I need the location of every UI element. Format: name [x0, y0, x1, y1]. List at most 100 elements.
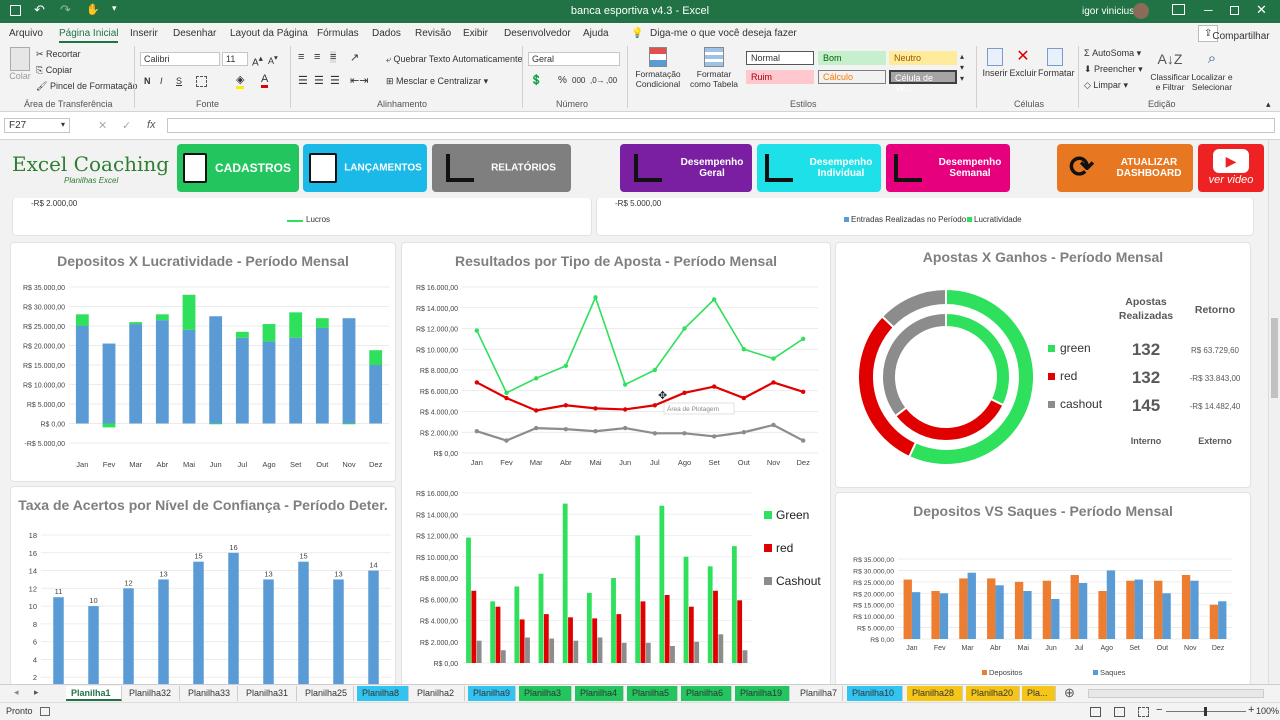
add-sheet-icon[interactable]: ⊕: [1064, 685, 1075, 701]
sheet-tab[interactable]: Planilha33: [183, 686, 238, 701]
sheet-tab[interactable]: Planilha9: [468, 686, 516, 701]
taxa-acertos-chart[interactable]: Taxa de Acertos por Nível de Confiança -…: [10, 486, 396, 687]
align-center-icon[interactable]: ☰: [314, 74, 324, 87]
zoom-in-icon[interactable]: +: [1248, 704, 1254, 716]
sheet-tab[interactable]: Planilha10: [847, 686, 903, 701]
share-button[interactable]: ⇪ Compartilhar: [1198, 25, 1270, 42]
page-break-icon[interactable]: [1138, 707, 1149, 717]
worksheet[interactable]: Excel Coaching Planilhas Excel CADASTROS…: [0, 140, 1268, 688]
next-sheet-icon[interactable]: ▸: [34, 687, 39, 698]
desempenho-individual-button[interactable]: Desempenho Individual: [757, 144, 881, 192]
resultados-tipo-aposta-chart[interactable]: Resultados por Tipo de Aposta - Período …: [401, 242, 831, 688]
clear-button[interactable]: ◇ Limpar ▾: [1084, 80, 1128, 91]
format-table-button[interactable]: Formatar como Tabela: [686, 47, 742, 89]
style-neutro[interactable]: Neutro: [889, 51, 957, 65]
underline-button[interactable]: S: [176, 76, 182, 86]
lancamentos-button[interactable]: LANÇAMENTOS: [303, 144, 427, 192]
conditional-format-button[interactable]: Formatação Condicional: [632, 47, 684, 89]
orientation-icon[interactable]: ↗: [350, 51, 359, 64]
page-layout-icon[interactable]: [1114, 707, 1125, 717]
zoom-level[interactable]: 100%: [1256, 706, 1279, 716]
delete-cells-button[interactable]: ✕ Excluir: [1008, 48, 1038, 78]
ribbon-options-icon[interactable]: [1172, 4, 1185, 15]
insert-function-icon[interactable]: fx: [147, 119, 156, 131]
sheet-tab[interactable]: Planilha32: [124, 686, 180, 701]
tab-ajuda[interactable]: Ajuda: [583, 28, 609, 39]
wrap-text-button[interactable]: ⤶ Quebrar Texto Automaticamente: [386, 54, 522, 65]
enter-icon[interactable]: ✓: [122, 119, 131, 132]
style-celula[interactable]: Célula de Ve...: [889, 70, 957, 93]
grow-font-icon[interactable]: A▴: [252, 53, 263, 68]
normal-view-icon[interactable]: [1090, 707, 1101, 717]
tell-me-input[interactable]: Diga-me o que você deseja fazer: [650, 28, 797, 39]
prev-sheet-icon[interactable]: ◂: [14, 687, 19, 698]
relatorios-button[interactable]: RELATÓRIOS: [432, 144, 571, 192]
style-normal[interactable]: Normal: [746, 51, 814, 65]
tab-layout[interactable]: Layout da Página: [230, 28, 308, 39]
paste-button[interactable]: Colar: [6, 47, 34, 87]
merge-center-button[interactable]: ⊞ Mesclar e Centralizar ▾: [386, 76, 488, 87]
indent-icon[interactable]: ⇤⇥: [350, 74, 368, 87]
bold-button[interactable]: N: [144, 76, 151, 86]
sheet-tab[interactable]: Planilha19: [735, 686, 790, 701]
sort-filter-button[interactable]: A↓Z Classificar e Filtrar: [1150, 48, 1190, 92]
align-left-icon[interactable]: ☰: [298, 74, 308, 87]
sheet-tab[interactable]: Planilha2: [412, 686, 465, 701]
tab-formulas[interactable]: Fórmulas: [317, 28, 359, 39]
scroll-thumb[interactable]: [1271, 318, 1278, 398]
align-middle-icon[interactable]: ≡: [314, 51, 320, 63]
tab-dados[interactable]: Dados: [372, 28, 401, 39]
zoom-thumb[interactable]: [1204, 707, 1207, 716]
sheet-tab[interactable]: Planilha3: [519, 686, 572, 701]
sheet-tab[interactable]: Planilha4: [575, 686, 624, 701]
font-color-icon[interactable]: A: [261, 73, 269, 88]
cancel-icon[interactable]: ✕: [98, 119, 107, 132]
thousands-button[interactable]: 000: [572, 76, 585, 85]
increase-decimal-icon[interactable]: ,0→: [590, 76, 605, 85]
partial-entradas-chart[interactable]: -R$ 5.000,00 Entradas Realizadas no Perí…: [596, 198, 1254, 236]
find-select-button[interactable]: ⌕ Localizar e Selecionar: [1190, 48, 1234, 92]
apostas-ganhos-chart[interactable]: Apostas X Ganhos - Período Mensal Aposta…: [835, 242, 1251, 488]
format-painter-button[interactable]: 🖌 Pincel de Formatação: [36, 81, 137, 92]
fill-button[interactable]: ⬇ Preencher ▾: [1084, 64, 1143, 75]
tab-arquivo[interactable]: Arquivo: [9, 28, 43, 39]
fill-color-icon[interactable]: ◈: [236, 73, 245, 89]
sheet-tab[interactable]: Planilha6: [681, 686, 732, 701]
align-right-icon[interactable]: ☰: [330, 74, 340, 87]
depositos-saques-chart[interactable]: Depositos VS Saques - Período Mensal R$ …: [835, 492, 1251, 686]
shrink-font-icon[interactable]: A▾: [268, 53, 278, 66]
collapse-ribbon-icon[interactable]: ▴: [1266, 99, 1271, 110]
insert-cells-button[interactable]: Inserir: [982, 48, 1008, 78]
avatar[interactable]: [1133, 3, 1149, 19]
tab-exibir[interactable]: Exibir: [463, 28, 488, 39]
percent-button[interactable]: %: [558, 75, 567, 86]
depositos-lucratividade-chart[interactable]: Depositos X Lucratividade - Período Mens…: [10, 242, 396, 482]
cut-button[interactable]: ✂ Recortar: [36, 49, 81, 60]
align-top-icon[interactable]: ≡: [298, 51, 304, 63]
sheet-tab[interactable]: Planilha8: [357, 686, 409, 701]
video-button[interactable]: ▶ ver video: [1198, 144, 1264, 192]
atualizar-dashboard-button[interactable]: ⟳ ATUALIZAR DASHBOARD: [1057, 144, 1193, 192]
borders-icon[interactable]: [196, 76, 207, 87]
tab-revisao[interactable]: Revisão: [415, 28, 451, 39]
font-name-select[interactable]: Calibri: [140, 52, 220, 66]
copy-button[interactable]: ⎘ Copiar: [36, 65, 72, 76]
format-cells-button[interactable]: Formatar: [1038, 48, 1075, 78]
restore-icon[interactable]: [1230, 6, 1239, 15]
formula-input[interactable]: [167, 118, 1275, 133]
tab-desenhar[interactable]: Desenhar: [173, 28, 216, 39]
autosum-button[interactable]: Σ AutoSoma ▾: [1084, 48, 1141, 59]
sheet-tab[interactable]: Planilha1: [66, 686, 122, 701]
styles-scroll-icon[interactable]: ▴ ▾ ▾: [960, 51, 964, 84]
tab-inserir[interactable]: Inserir: [130, 28, 158, 39]
sheet-tab[interactable]: Pla...: [1022, 686, 1056, 701]
vertical-scrollbar[interactable]: [1268, 140, 1280, 684]
horizontal-scrollbar[interactable]: [1088, 689, 1264, 698]
sheet-tab[interactable]: Planilha28: [907, 686, 963, 701]
tab-pagina-inicial[interactable]: Página Inicial: [59, 28, 119, 43]
zoom-out-icon[interactable]: −: [1156, 704, 1162, 716]
style-bom[interactable]: Bom: [818, 51, 886, 65]
partial-lucros-chart[interactable]: -R$ 2.000,00 Lucros: [12, 198, 592, 236]
style-ruim[interactable]: Ruim: [746, 70, 814, 84]
sheet-tab[interactable]: Planilha31: [241, 686, 297, 701]
